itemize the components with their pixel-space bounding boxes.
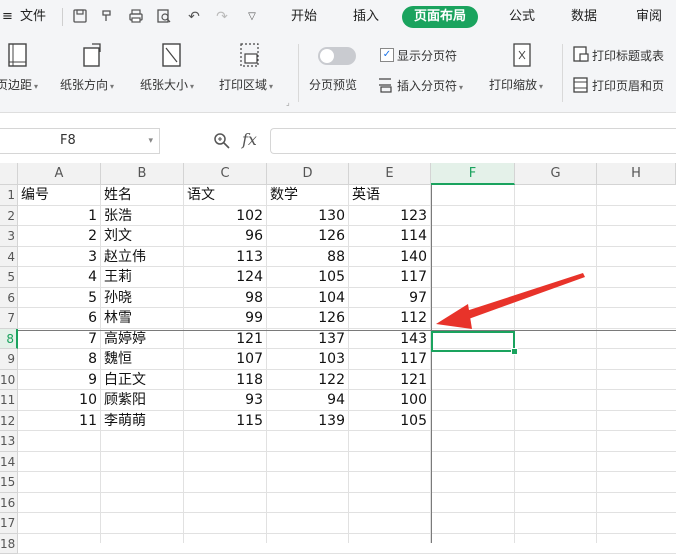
orientation-button[interactable]: 纸张方向▾ xyxy=(60,76,114,93)
header-footer-icon xyxy=(573,77,589,93)
chevron-down-icon: ▾ xyxy=(459,83,463,92)
orientation-icon xyxy=(80,42,104,68)
print-titles-icon xyxy=(573,46,589,62)
undo-icon[interactable]: ↶ xyxy=(186,9,202,25)
menu-file[interactable]: 文件 xyxy=(20,0,46,34)
print-preview-icon[interactable] xyxy=(156,9,172,25)
tab-insert[interactable]: 插入 xyxy=(353,0,379,34)
tab-review[interactable]: 审阅 xyxy=(636,0,662,34)
insert-page-break-button[interactable]: 插入分页符▾ xyxy=(397,77,463,94)
print-scale-icon xyxy=(510,42,534,68)
hamburger-icon[interactable]: ≡ xyxy=(2,0,13,34)
tab-formulas[interactable]: 公式 xyxy=(509,0,535,34)
quick-access-dropdown-icon[interactable]: ▽ xyxy=(244,9,260,25)
header-footer-button[interactable]: 打印页眉和页 xyxy=(592,77,664,94)
zoom-icon[interactable] xyxy=(213,132,231,150)
redo-icon[interactable]: ↷ xyxy=(214,9,230,25)
cell-reference: F8 xyxy=(60,129,76,153)
spreadsheet-grid[interactable]: ABCDEFGH123456789101112131415161718编号姓名语… xyxy=(0,163,676,543)
show-page-breaks-checkbox[interactable]: ✓ xyxy=(380,48,394,62)
menu-bar: ≡ 文件 ↶ ↷ ▽ 开始 插入 页面布局 公式 数据 审阅 xyxy=(0,0,676,34)
print-titles-button[interactable]: 打印标题或表 xyxy=(592,47,664,64)
formula-input[interactable] xyxy=(270,128,676,154)
page-break-preview-label: 分页预览 xyxy=(309,76,357,93)
page-break-preview-toggle[interactable] xyxy=(318,47,356,65)
print-icon[interactable] xyxy=(128,9,144,25)
save-icon[interactable] xyxy=(72,9,88,25)
formula-bar: F8 ▾ fx xyxy=(0,124,676,158)
ribbon-page-layout: 页边距▾ 纸张方向▾ 纸张大小▾ 打印区域▾ ⌟ 分页预览 ✓ 显示分页符 插入… xyxy=(0,34,676,113)
print-scale-label: 打印缩放 xyxy=(489,78,537,92)
toggle-knob xyxy=(320,49,334,63)
chevron-down-icon: ▾ xyxy=(34,82,38,91)
paper-size-button[interactable]: 纸张大小▾ xyxy=(140,76,194,93)
ribbon-divider xyxy=(562,44,563,102)
print-scale-button[interactable]: 打印缩放▾ xyxy=(489,76,543,93)
print-area-label: 打印区域 xyxy=(219,78,267,92)
orientation-label: 纸张方向 xyxy=(60,78,108,92)
menu-divider xyxy=(62,8,63,26)
ribbon-divider xyxy=(298,44,299,102)
margins-label: 页边距 xyxy=(0,78,32,92)
show-page-breaks-label: 显示分页符 xyxy=(397,47,457,64)
print-area-icon xyxy=(238,42,262,68)
insert-page-break-icon xyxy=(377,77,393,93)
tab-data[interactable]: 数据 xyxy=(571,0,597,34)
dialog-launcher-icon[interactable]: ⌟ xyxy=(286,98,290,107)
chevron-down-icon[interactable]: ▾ xyxy=(148,129,153,153)
chevron-down-icon: ▾ xyxy=(269,82,273,91)
name-box[interactable]: F8 ▾ xyxy=(0,128,160,154)
margins-icon xyxy=(6,42,30,68)
margins-button[interactable]: 页边距▾ xyxy=(0,76,38,93)
annotation-arrow-icon xyxy=(0,163,676,543)
paper-size-icon xyxy=(160,42,184,68)
print-area-button[interactable]: 打印区域▾ xyxy=(219,76,273,93)
insert-page-break-label: 插入分页符 xyxy=(397,79,457,93)
format-painter-icon[interactable] xyxy=(100,9,116,25)
tab-page-layout[interactable]: 页面布局 xyxy=(402,6,478,28)
chevron-down-icon: ▾ xyxy=(190,82,194,91)
tab-home[interactable]: 开始 xyxy=(291,0,317,34)
paper-size-label: 纸张大小 xyxy=(140,78,188,92)
function-icon[interactable]: fx xyxy=(242,130,257,149)
chevron-down-icon: ▾ xyxy=(110,82,114,91)
chevron-down-icon: ▾ xyxy=(539,82,543,91)
